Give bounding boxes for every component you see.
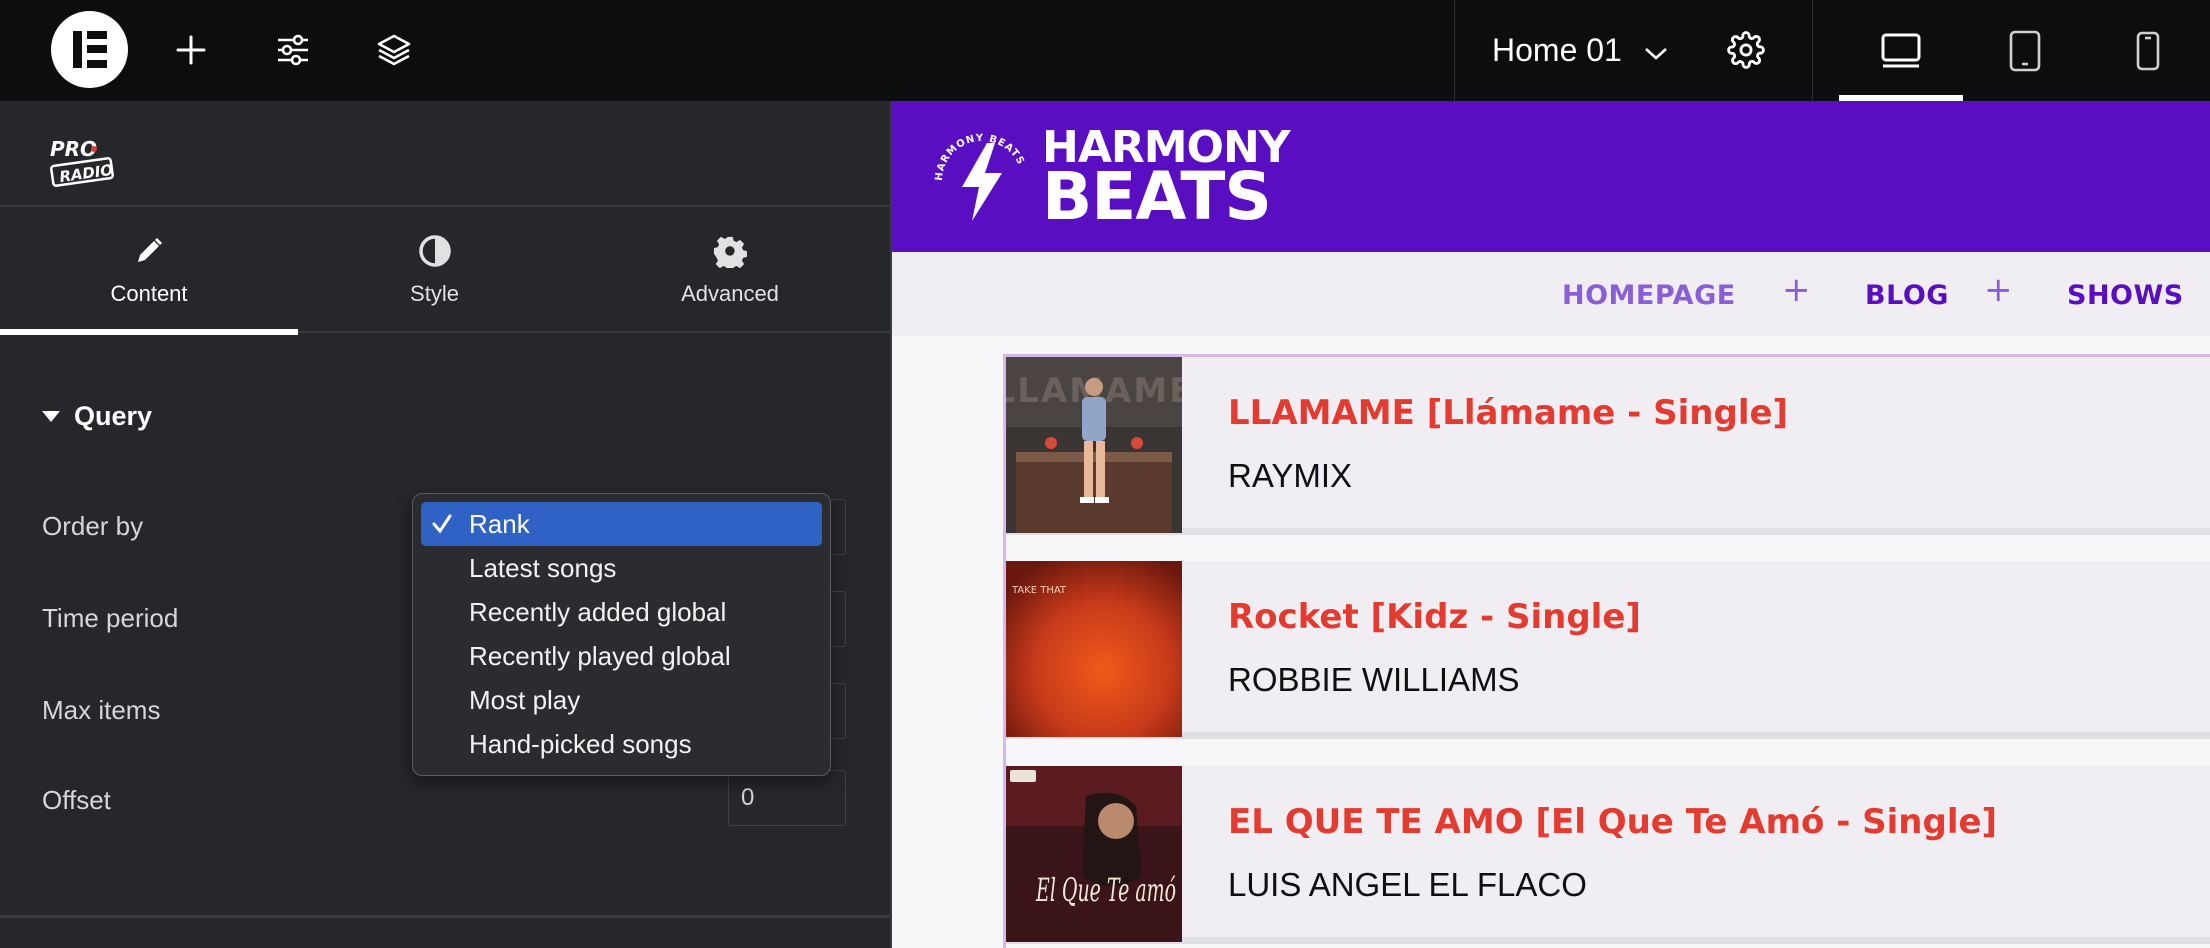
tab-advanced[interactable]: Advanced — [580, 207, 880, 333]
track-artist: LUIS ANGEL EL FLACO — [1228, 866, 1587, 903]
layers-icon[interactable] — [369, 25, 419, 75]
page-selector[interactable]: Home 01 — [1492, 28, 1668, 72]
top-bar: Home 01 — [0, 0, 2210, 101]
desktop-icon — [1881, 33, 1921, 67]
track-item[interactable]: El Que Te amó EL QUE TE AMO [El Que Te A… — [1006, 766, 2210, 944]
max-items-label: Max items — [42, 695, 161, 725]
dropdown-option-rank[interactable]: Rank — [421, 502, 822, 546]
track-artist: ROBBIE WILLIAMS — [1228, 661, 1520, 698]
tab-advanced-label: Advanced — [681, 281, 779, 306]
divider — [1454, 0, 1455, 101]
tab-content-label: Content — [110, 281, 188, 306]
divider — [0, 915, 890, 918]
dropdown-option-label: Most play — [469, 684, 581, 715]
album-cover: TAKE THAT — [1006, 561, 1182, 737]
order-by-dropdown: Rank Latest songs Recently added global … — [412, 493, 831, 776]
site-header: HARMONY BEATS HARMONY BEATS — [892, 101, 2210, 252]
page-name: Home 01 — [1492, 31, 1622, 68]
panel-header: PRO RADIO — [0, 101, 890, 207]
dropdown-option-hand-picked[interactable]: Hand-picked songs — [421, 722, 822, 766]
tab-style-label: Style — [410, 281, 459, 306]
nav-blog[interactable]: BLOG — [1865, 280, 1949, 311]
section-title: Query — [74, 401, 153, 431]
track-item[interactable]: TAKE THAT Rocket [Kidz - Single] ROBBIE … — [1006, 561, 2210, 739]
dropdown-option-label: Latest songs — [469, 552, 617, 583]
dropdown-option-latest-songs[interactable]: Latest songs — [421, 546, 822, 590]
gear-icon[interactable] — [1721, 25, 1771, 75]
elementor-logo[interactable] — [51, 11, 128, 88]
chevron-down-icon — [1644, 32, 1668, 69]
pro-radio-logo: PRO RADIO — [50, 137, 114, 187]
mobile-view-button[interactable] — [2086, 0, 2210, 101]
query-section-toggle[interactable]: Query — [42, 401, 152, 432]
album-cover: El Que Te amó — [1006, 766, 1182, 942]
dropdown-option-label: Rank — [469, 508, 530, 539]
tablet-view-button[interactable] — [1963, 0, 2087, 101]
dropdown-option-recently-added[interactable]: Recently added global — [421, 590, 822, 634]
dropdown-option-most-play[interactable]: Most play — [421, 678, 822, 722]
dropdown-option-label: Hand-picked songs — [469, 728, 692, 759]
panel-tabs: Content Style Advanced — [0, 207, 890, 335]
track-list: LLAMAME LLAMAME [Llámame - Single] RAYMI… — [1003, 354, 2210, 948]
desktop-view-button[interactable] — [1839, 0, 1963, 101]
track-title[interactable]: LLAMAME [Llámame - Single] — [1228, 393, 1788, 433]
time-period-label: Time period — [42, 603, 179, 633]
dropdown-option-label: Recently played global — [469, 640, 731, 671]
site-logo[interactable]: HARMONY BEATS — [1042, 126, 1291, 235]
svg-text:TAKE THAT: TAKE THAT — [1011, 585, 1067, 596]
nav-shows[interactable]: SHOWS — [2067, 280, 2184, 311]
svg-text:PRO: PRO — [50, 137, 97, 161]
dropdown-option-recently-played[interactable]: Recently played global — [421, 634, 822, 678]
tab-style[interactable]: Style — [298, 207, 571, 333]
pencil-icon — [133, 233, 165, 269]
logo-line-2: BEATS — [1042, 157, 1272, 235]
plus-icon[interactable]: + — [1984, 270, 2013, 310]
contrast-icon — [418, 233, 452, 269]
page-preview: HARMONY BEATS HARMONY BEATS HOMEPAGE + B… — [890, 101, 2210, 948]
track-item[interactable]: LLAMAME LLAMAME [Llámame - Single] RAYMI… — [1006, 357, 2210, 535]
lightning-badge-icon: HARMONY BEATS — [934, 133, 1025, 221]
track-title[interactable]: Rocket [Kidz - Single] — [1228, 597, 1641, 637]
tab-content[interactable]: Content — [0, 207, 298, 335]
checkmark-icon — [431, 511, 453, 542]
mobile-icon — [2136, 31, 2160, 70]
dropdown-option-label: Recently added global — [469, 596, 727, 627]
svg-text:El Que Te amó: El Que Te amó — [1035, 871, 1176, 909]
caret-down-icon — [42, 411, 60, 422]
tablet-icon — [2009, 30, 2041, 71]
track-title[interactable]: EL QUE TE AMO [El Que Te Amó - Single] — [1228, 802, 1997, 842]
plus-icon[interactable]: + — [1782, 270, 1811, 310]
site-nav: HOMEPAGE + BLOG + SHOWS — [892, 252, 2210, 336]
gear-icon — [713, 233, 747, 269]
sliders-icon[interactable] — [268, 25, 318, 75]
album-cover: LLAMAME — [1006, 357, 1182, 533]
plus-icon[interactable] — [166, 25, 216, 75]
nav-homepage[interactable]: HOMEPAGE — [1562, 280, 1736, 311]
offset-label: Offset — [42, 785, 111, 815]
track-artist: RAYMIX — [1228, 457, 1353, 494]
order-by-label: Order by — [42, 511, 144, 541]
offset-input[interactable]: 0 — [728, 770, 846, 826]
divider — [1812, 0, 1813, 101]
